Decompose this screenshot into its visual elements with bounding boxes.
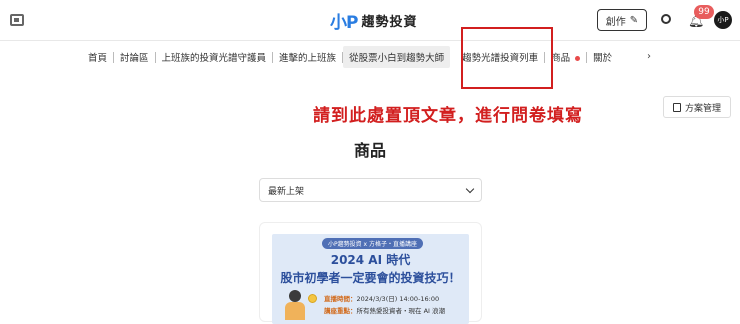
notification-count-badge: 99: [694, 5, 714, 19]
highlight-box: [461, 27, 553, 89]
create-button[interactable]: 創作 ✎: [597, 9, 647, 31]
annotation-text: 請到此處置頂文章，進行問卷填寫: [313, 106, 583, 126]
nav-item-about[interactable]: 關於: [587, 50, 618, 64]
coin-icon: [308, 294, 317, 303]
sidebar-toggle-icon[interactable]: [10, 14, 24, 26]
site-logo[interactable]: 小P 趨勢投資: [330, 10, 418, 33]
nav-item-home[interactable]: 首頁: [82, 50, 113, 64]
logo-mark: 小P: [330, 12, 358, 33]
create-label: 創作: [605, 16, 626, 28]
nav-item-spectrum-guardian[interactable]: 上班族的投資光譜守護員: [156, 50, 273, 64]
presenter-illustration: [284, 290, 306, 320]
chevron-down-icon: [465, 184, 475, 193]
nav-item-attack-worker[interactable]: 進擊的上班族: [273, 50, 342, 64]
product-banner-image[interactable]: 小P趨勢投資 x 方格子・直播講座 2024 AI 時代 股市初學者一定要會的投…: [272, 234, 469, 324]
banner-title-line1: 2024 AI 時代: [330, 253, 411, 267]
new-indicator-dot: [575, 56, 581, 61]
logo-text: 趨勢投資: [361, 14, 418, 30]
nav-item-stock-beginner[interactable]: 從股票小白到趨勢大師: [343, 46, 451, 68]
section-title: 商品: [354, 141, 387, 160]
header-divider: [0, 40, 740, 41]
banner-tag: 小P趨勢投資 x 方格子・直播講座: [322, 238, 423, 249]
plan-management-button[interactable]: 方案管理: [663, 96, 731, 118]
banner-info-line1: 直播時間：2024/3/3(日) 14:00-16:00: [324, 295, 440, 303]
nav-item-forum[interactable]: 討論區: [114, 50, 155, 64]
sort-select[interactable]: 最新上架: [259, 178, 482, 202]
banner-title-line2: 股市初學者一定要會的投資技巧！: [280, 271, 461, 285]
nav-products-label: 商品: [551, 53, 571, 64]
top-header: 小P 趨勢投資 創作 ✎ 🔔︎ 99 小P: [0, 0, 740, 40]
sort-select-value: 最新上架: [268, 186, 305, 197]
user-avatar[interactable]: 小P: [714, 11, 732, 29]
nav-scroll-right-icon[interactable]: ›: [647, 51, 651, 62]
edit-icon: ✎: [629, 14, 639, 26]
document-icon: [672, 102, 681, 112]
settings-gear-icon[interactable]: [661, 14, 671, 24]
plan-management-label: 方案管理: [684, 103, 721, 114]
